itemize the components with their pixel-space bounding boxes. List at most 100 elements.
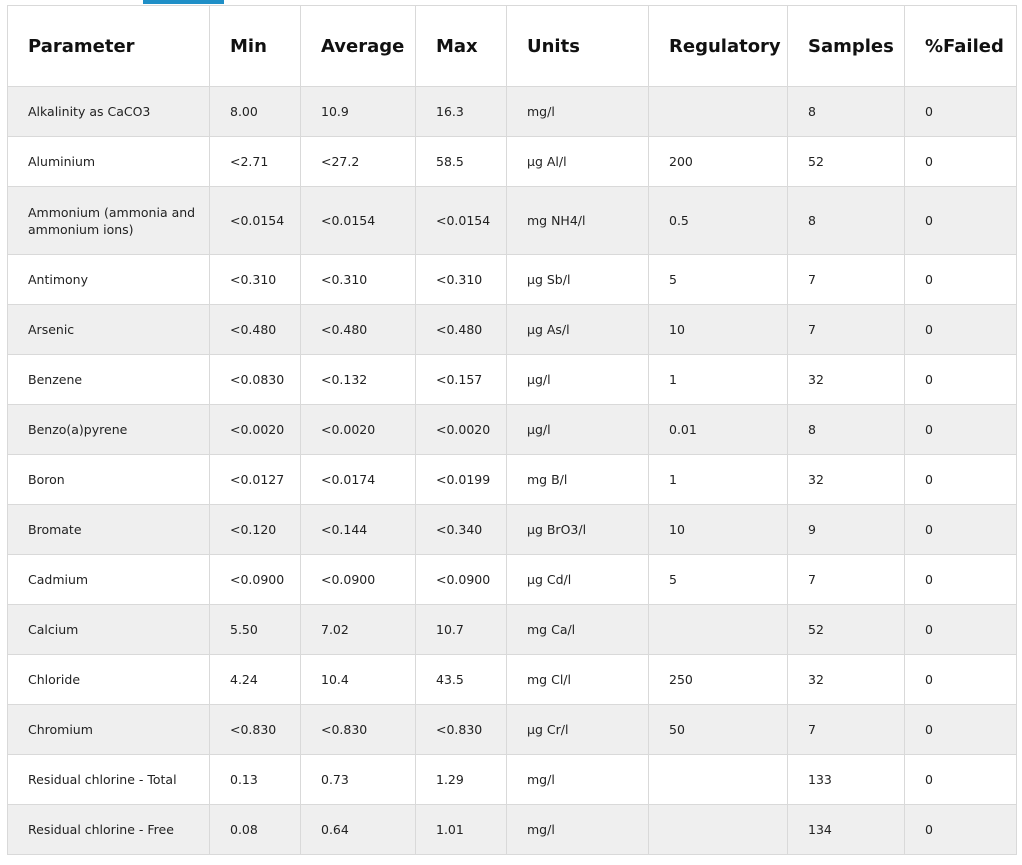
cell-max: <0.0900 — [415, 554, 507, 605]
cell-max: <0.340 — [415, 504, 507, 555]
cell-samples: 8 — [787, 404, 905, 455]
cell-samples: 7 — [787, 554, 905, 605]
cell-regulatory: 10 — [648, 504, 788, 555]
cell-regulatory: 200 — [648, 136, 788, 187]
cell-max: 10.7 — [415, 604, 507, 655]
cell-units: µg Cd/l — [506, 554, 649, 605]
table-row: Cadmium <0.0900 <0.0900 <0.0900 µg Cd/l 5 7 0 — [7, 554, 1017, 605]
cell-average: 10.9 — [300, 86, 416, 137]
cell-failed: 0 — [904, 554, 1017, 605]
cell-regulatory: 1 — [648, 454, 788, 505]
table-row: Residual chlorine - Free 0.08 0.64 1.01 mg/l… — [7, 804, 1017, 855]
cell-parameter: Residual chlorine - Free — [7, 804, 210, 855]
cell-failed: 0 — [904, 404, 1017, 455]
table-row: Aluminium <2.71 <27.2 58.5 µg Al/l 200 52 0 — [7, 136, 1017, 187]
cell-min: <0.0900 — [209, 554, 301, 605]
cell-samples: 134 — [787, 804, 905, 855]
cell-min: 5.50 — [209, 604, 301, 655]
cell-average: <27.2 — [300, 136, 416, 187]
cell-samples: 32 — [787, 654, 905, 705]
cell-units: µg BrO3/l — [506, 504, 649, 555]
cell-min: 8.00 — [209, 86, 301, 137]
cell-parameter: Arsenic — [7, 304, 210, 355]
header-min: Min — [209, 5, 301, 87]
cell-average: <0.144 — [300, 504, 416, 555]
header-parameter: Parameter — [7, 5, 210, 87]
cell-max: 58.5 — [415, 136, 507, 187]
cell-units: µg As/l — [506, 304, 649, 355]
cell-min: <0.0154 — [209, 186, 301, 255]
cell-average: <0.132 — [300, 354, 416, 405]
header-samples: Samples — [787, 5, 905, 87]
cell-min: <2.71 — [209, 136, 301, 187]
cell-min: <0.120 — [209, 504, 301, 555]
cell-min: <0.0830 — [209, 354, 301, 405]
cell-parameter: Antimony — [7, 254, 210, 305]
cell-max: <0.830 — [415, 704, 507, 755]
cell-parameter: Alkalinity as CaCO3 — [7, 86, 210, 137]
cell-average: 0.64 — [300, 804, 416, 855]
header-average: Average — [300, 5, 416, 87]
cell-units: mg B/l — [506, 454, 649, 505]
cell-max: <0.310 — [415, 254, 507, 305]
cell-max: 43.5 — [415, 654, 507, 705]
cell-samples: 32 — [787, 454, 905, 505]
cell-units: mg NH4/l — [506, 186, 649, 255]
cell-samples: 8 — [787, 186, 905, 255]
cell-max: 1.29 — [415, 754, 507, 805]
cell-units: µg/l — [506, 404, 649, 455]
cell-failed: 0 — [904, 136, 1017, 187]
cell-samples: 9 — [787, 504, 905, 555]
cell-average: <0.0174 — [300, 454, 416, 505]
table-header-row: Parameter Min Average Max Units Regulato… — [7, 5, 1017, 87]
cell-units: µg Sb/l — [506, 254, 649, 305]
cell-units: µg/l — [506, 354, 649, 405]
cell-parameter: Residual chlorine - Total — [7, 754, 210, 805]
cell-regulatory: 50 — [648, 704, 788, 755]
cell-min: 0.08 — [209, 804, 301, 855]
cell-samples: 7 — [787, 304, 905, 355]
cell-parameter: Aluminium — [7, 136, 210, 187]
header-regulatory: Regulatory — [648, 5, 788, 87]
table-row: Calcium 5.50 7.02 10.7 mg Ca/l 52 0 — [7, 604, 1017, 655]
cell-regulatory: 0.5 — [648, 186, 788, 255]
cell-failed: 0 — [904, 86, 1017, 137]
cell-samples: 52 — [787, 136, 905, 187]
table-row: Antimony <0.310 <0.310 <0.310 µg Sb/l 5 7 0 — [7, 254, 1017, 305]
cell-regulatory: 5 — [648, 554, 788, 605]
cell-parameter: Calcium — [7, 604, 210, 655]
cell-min: <0.0020 — [209, 404, 301, 455]
cell-failed: 0 — [904, 604, 1017, 655]
cell-failed: 0 — [904, 354, 1017, 405]
cell-samples: 133 — [787, 754, 905, 805]
table-row: Residual chlorine - Total 0.13 0.73 1.29 mg/… — [7, 754, 1017, 805]
cell-samples: 52 — [787, 604, 905, 655]
cell-parameter: Boron — [7, 454, 210, 505]
cell-average: <0.480 — [300, 304, 416, 355]
cell-samples: 8 — [787, 86, 905, 137]
cell-regulatory — [648, 804, 788, 855]
cell-regulatory — [648, 754, 788, 805]
cell-min: <0.0127 — [209, 454, 301, 505]
cell-average: 0.73 — [300, 754, 416, 805]
table-row: Alkalinity as CaCO3 8.00 10.9 16.3 mg/l 8 0 — [7, 86, 1017, 137]
cell-max: <0.157 — [415, 354, 507, 405]
cell-parameter: Cadmium — [7, 554, 210, 605]
cell-average: 10.4 — [300, 654, 416, 705]
cell-units: mg/l — [506, 804, 649, 855]
header-max: Max — [415, 5, 507, 87]
cell-regulatory: 250 — [648, 654, 788, 705]
water-quality-table: Parameter Min Average Max Units Regulato… — [7, 5, 1017, 855]
cell-failed: 0 — [904, 304, 1017, 355]
cell-failed: 0 — [904, 754, 1017, 805]
cell-samples: 7 — [787, 704, 905, 755]
cell-regulatory: 0.01 — [648, 404, 788, 455]
cell-average: <0.0900 — [300, 554, 416, 605]
cell-samples: 32 — [787, 354, 905, 405]
cell-failed: 0 — [904, 804, 1017, 855]
cell-units: µg Cr/l — [506, 704, 649, 755]
cell-parameter: Benzene — [7, 354, 210, 405]
cell-failed: 0 — [904, 186, 1017, 255]
cell-max: <0.480 — [415, 304, 507, 355]
table-body: Alkalinity as CaCO3 8.00 10.9 16.3 mg/l 8 0 Alu… — [7, 86, 1017, 855]
